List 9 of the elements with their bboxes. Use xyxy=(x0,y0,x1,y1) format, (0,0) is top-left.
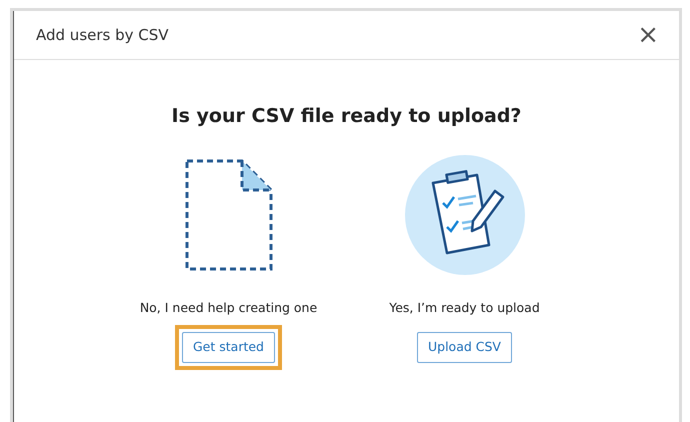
clipboard-checklist-icon xyxy=(404,154,524,274)
dialog-title: Add users by CSV xyxy=(36,24,169,46)
heading: Is your CSV file ready to upload? xyxy=(170,104,522,129)
option-button[interactable]: Upload CSV xyxy=(417,332,512,363)
option-caption: Yes, I’m ready to upload xyxy=(389,298,540,317)
document-icon xyxy=(184,158,274,270)
option-button[interactable]: Get started xyxy=(182,332,275,363)
close-button[interactable]: × xyxy=(637,22,659,48)
option-caption: No, I need help creating one xyxy=(140,298,318,317)
